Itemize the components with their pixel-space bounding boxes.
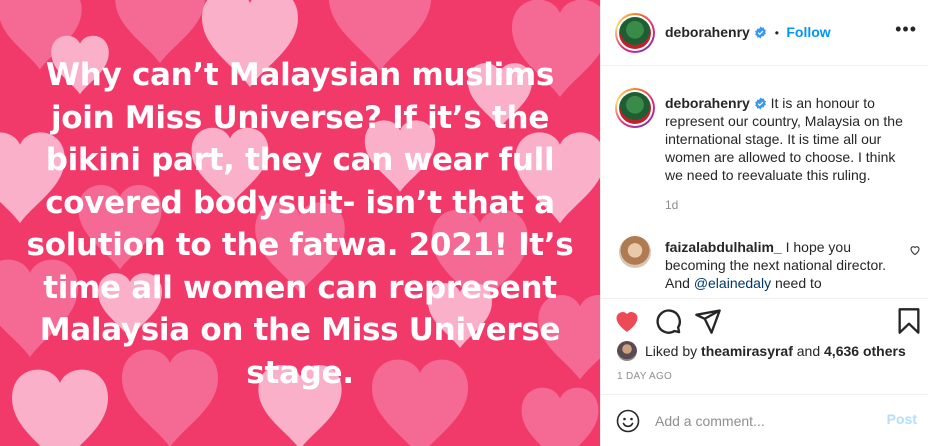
image-line: time all women can represent <box>43 269 557 306</box>
bookmark-icon[interactable] <box>895 307 923 335</box>
image-line: Malaysia on the Miss Universe <box>39 312 561 348</box>
caption-author-avatar[interactable] <box>615 88 655 128</box>
action-bar <box>601 298 928 340</box>
liker-username[interactable]: theamirasyraf <box>701 343 793 359</box>
comment-icon[interactable] <box>654 307 682 335</box>
post-image[interactable]: Why can’t Malaysian muslims join Miss Un… <box>0 0 600 446</box>
post-header: deborahenry • Follow ••• <box>601 0 928 66</box>
post-image-text: Why can’t Malaysian muslims join Miss Un… <box>20 54 580 394</box>
author-username[interactable]: deborahenry <box>665 24 750 40</box>
image-line: bikini part, they can wear full <box>45 142 555 178</box>
header-separator: • <box>774 26 779 40</box>
comment-text-after: need to <box>771 275 822 291</box>
post-timestamp[interactable]: 1 DAY AGO <box>617 371 672 382</box>
share-icon[interactable] <box>694 307 722 335</box>
emoji-icon[interactable] <box>616 409 640 433</box>
verified-badge-icon <box>754 97 766 110</box>
post-side-panel: deborahenry • Follow ••• deborahenry It … <box>600 0 928 446</box>
post-comment-button[interactable]: Post <box>887 411 917 427</box>
heart-filled-icon[interactable] <box>613 307 641 335</box>
verified-badge-icon <box>755 26 767 39</box>
caption-username[interactable]: deborahenry <box>665 95 750 111</box>
image-line: stage. <box>246 354 354 391</box>
image-line: Why can’t Malaysian muslims <box>45 57 555 93</box>
comment-mention[interactable]: @elainedaly <box>694 275 771 291</box>
likes-middle: and <box>792 343 825 359</box>
comment-input[interactable] <box>655 409 875 433</box>
likes-prefix: Liked by <box>645 343 702 359</box>
image-line: join Miss Universe? If it’s the <box>50 99 550 136</box>
comment-like-icon[interactable] <box>909 244 921 256</box>
liker-avatar <box>617 341 637 361</box>
follow-button[interactable]: Follow <box>786 24 830 40</box>
header-meta: deborahenry • Follow <box>665 24 831 42</box>
comment-username[interactable]: faizalabdulhalim_ <box>665 239 782 255</box>
image-line: covered bodysuit- isn’t that a <box>45 184 555 221</box>
likes-count[interactable]: 4,636 others <box>824 343 906 359</box>
caption-time[interactable]: 1d <box>665 198 678 212</box>
caption: deborahenry It is an honour to represent… <box>665 94 915 184</box>
more-horizontal-icon[interactable]: ••• <box>895 20 917 38</box>
image-line: solution to the fatwa. 2021! It’s <box>26 227 574 263</box>
comments-section[interactable]: deborahenry It is an honour to represent… <box>601 66 928 298</box>
comment-item: faizalabdulhalim_ I hope you becoming th… <box>665 238 901 292</box>
add-comment-bar: Post <box>601 394 928 446</box>
author-avatar[interactable] <box>615 13 655 53</box>
commenter-avatar[interactable] <box>619 236 651 268</box>
